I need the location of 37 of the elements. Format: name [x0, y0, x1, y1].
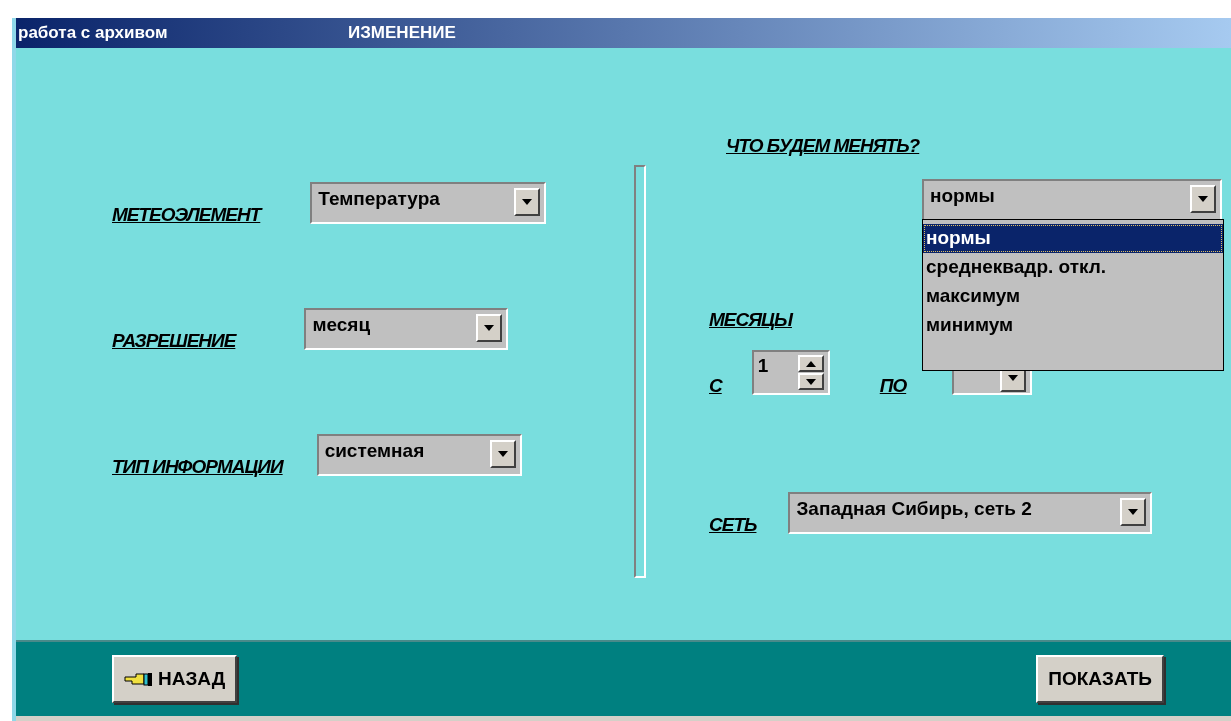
field-label: ТИП ИНФОРМАЦИИ [112, 456, 283, 478]
dropdown-button[interactable] [489, 440, 516, 468]
dropdown-option[interactable]: минимум [923, 311, 1223, 340]
caret-icon [1128, 509, 1139, 515]
dropdown-button[interactable] [1190, 185, 1216, 213]
dropdown-option[interactable]: нормы [923, 224, 1223, 253]
network-label: СЕТЬ [709, 514, 757, 536]
caret-icon [1198, 196, 1208, 202]
from-label: С [709, 375, 722, 397]
field-label: МЕТЕОЭЛЕМЕНТ [112, 204, 261, 226]
caret-icon [1008, 375, 1019, 381]
to-label: ПО [879, 375, 907, 397]
window-subtitle: ИЗМЕНЕНИЕ [348, 23, 456, 43]
spin-down-button[interactable] [797, 373, 824, 390]
up-arrow-icon [805, 360, 816, 367]
dropdown-field[interactable]: системная [316, 434, 522, 476]
dropdown-button[interactable] [476, 314, 503, 342]
back-button[interactable]: НАЗАД [112, 655, 238, 703]
dropdown-field[interactable]: Температура [310, 182, 547, 224]
dropdown-option[interactable]: максимум [923, 282, 1223, 311]
show-button[interactable]: ПОКАЗАТЬ [1036, 655, 1164, 703]
window-title: работа с архивом [18, 23, 169, 43]
spin-up-button[interactable] [797, 355, 824, 372]
dropdown-option[interactable]: среднеквадр. откл. [923, 253, 1223, 282]
caret-icon [484, 325, 495, 331]
dropdown-button[interactable] [514, 188, 541, 216]
pointing-hand-icon [124, 671, 154, 687]
down-arrow-icon [805, 378, 816, 385]
months-label: МЕСЯЦЫ [709, 309, 792, 331]
field-label: РАЗРЕШЕНИЕ [112, 330, 236, 352]
dropdown-field[interactable]: месяц [304, 308, 509, 350]
spinner-field[interactable]: 1 [751, 350, 830, 395]
caret-icon [522, 199, 533, 205]
dropdown-field[interactable]: Западная Сибирь, сеть 2 [788, 492, 1153, 534]
dropdown-button[interactable] [1120, 498, 1147, 526]
caret-icon [497, 451, 508, 457]
section-label: ЧТО БУДЕМ МЕНЯТЬ? [726, 135, 920, 157]
